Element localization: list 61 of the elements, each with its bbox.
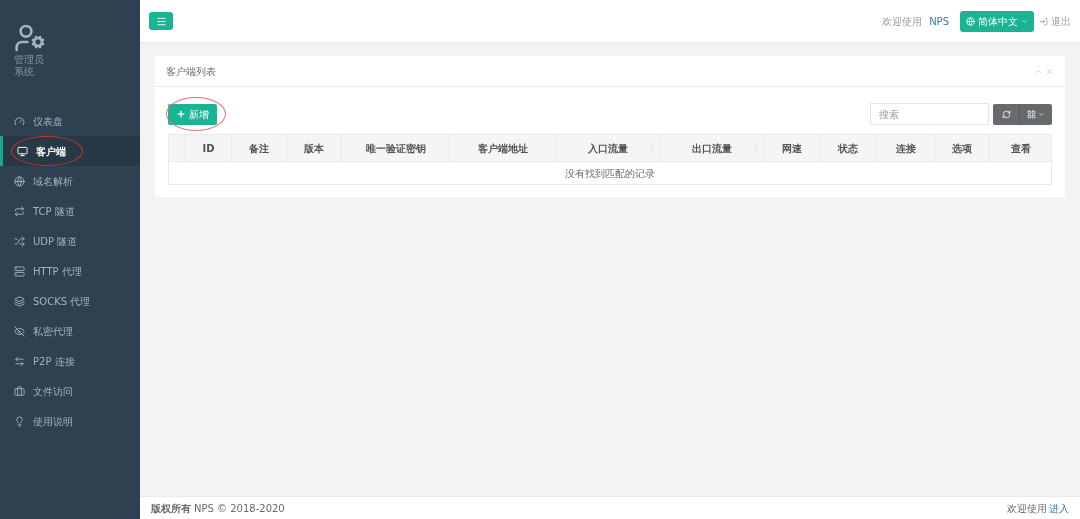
language-button[interactable]: 简体中文 (960, 10, 1034, 32)
sidebar-item[interactable]: HTTP 代理 (0, 256, 140, 286)
briefcase-icon (14, 385, 25, 397)
column-header: 状态 (838, 141, 858, 156)
column-header[interactable]: 出口流量 (691, 140, 732, 156)
welcome-text: 欢迎使用 (882, 14, 923, 29)
footer-text: 欢迎使用 (1007, 501, 1047, 516)
sidebar-item[interactable]: TCP 隧道 (0, 196, 140, 226)
logout-icon (1039, 16, 1048, 26)
column-header: 连接 (895, 141, 916, 156)
column-header: 客户端地址 (478, 141, 528, 156)
column-header: 选项 (952, 141, 972, 156)
user-avatar-icon (14, 22, 46, 54)
globe-icon (966, 16, 975, 26)
copyright-label: 版权所有 (151, 501, 191, 516)
brand-link[interactable]: NPS (929, 13, 949, 29)
copyright-text: NPS © 2018-2020 (194, 501, 285, 516)
column-header: 版本 (304, 141, 324, 156)
sidebar-item[interactable]: 客户端 (0, 136, 140, 166)
logout-link[interactable]: 退出 (1039, 13, 1071, 29)
globe-icon (14, 175, 25, 187)
sidebar-item[interactable]: SOCKS 代理 (0, 286, 140, 316)
layers-icon (14, 295, 25, 307)
sidebar-item[interactable]: 文件访问 (0, 376, 140, 406)
sidebar-item[interactable]: 使用说明 (0, 406, 140, 436)
caret-icon (1038, 110, 1045, 118)
column-header: 查看 (1010, 141, 1031, 156)
sidebar-item[interactable]: UDP 隧道 (0, 226, 140, 256)
columns-icon (1027, 109, 1036, 119)
eye-off-icon (14, 325, 25, 337)
exchange-icon (14, 355, 25, 367)
menu-button[interactable] (149, 12, 173, 30)
sidebar-item[interactable]: 私密代理 (0, 316, 140, 346)
panel-title: 客户端列表 (166, 64, 216, 79)
add-button[interactable]: 新增 (168, 103, 217, 125)
plus-icon (176, 109, 186, 119)
shuffle-icon (14, 235, 25, 247)
caret-icon (1021, 17, 1028, 25)
column-header: 备注 (249, 141, 269, 156)
user-name: 管理员 (14, 54, 45, 66)
user-role: 系统 (14, 66, 35, 78)
column-header[interactable]: 入口流量 (588, 140, 628, 156)
repeat-icon (14, 205, 25, 217)
columns-button[interactable] (1019, 103, 1052, 125)
column-header: ID (202, 141, 215, 156)
refresh-button[interactable] (993, 103, 1019, 125)
search-field[interactable]: 搜索 (870, 103, 989, 125)
gauge-icon (14, 115, 25, 127)
sidebar-item[interactable]: 域名解析 (0, 166, 140, 196)
enter-link[interactable]: 进入 (1049, 500, 1069, 516)
sidebar-item[interactable]: P2P 连接 (0, 346, 140, 376)
menu-icon (155, 15, 167, 27)
sidebar-item[interactable]: 仪表盘 (0, 106, 140, 136)
refresh-icon (1001, 109, 1011, 119)
server-icon (14, 265, 25, 277)
column-header: 网速 (781, 141, 802, 156)
column-header: 唯一验证密钥 (365, 141, 426, 156)
lightbulb-icon (14, 415, 25, 427)
close-icon[interactable] (1045, 66, 1054, 76)
monitor-icon (17, 145, 28, 157)
empty-table-message: 没有找到匹配的记录 (565, 166, 655, 181)
